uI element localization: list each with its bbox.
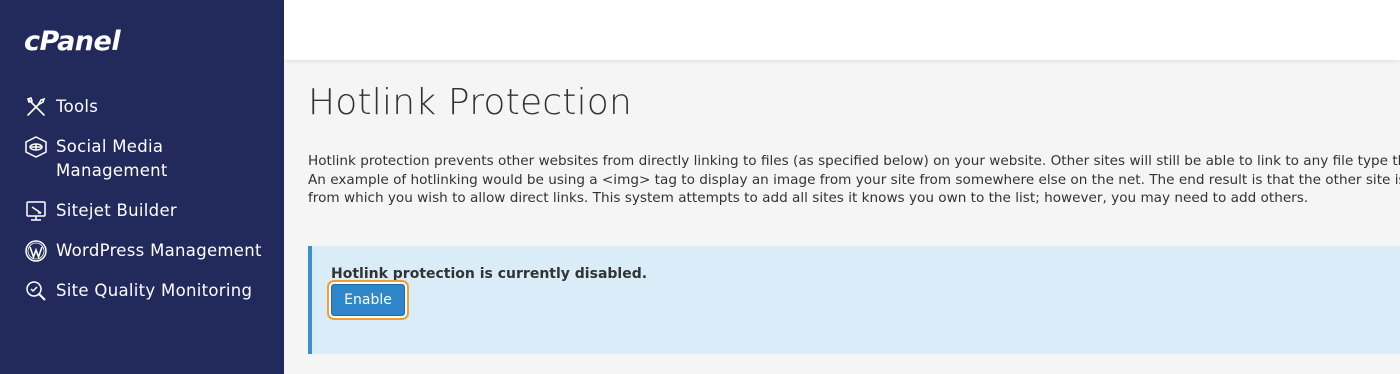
page-title: Hotlink Protection xyxy=(308,82,633,123)
description-line: An example of hotlinking would be using … xyxy=(308,171,1400,188)
cpanel-logo[interactable]: cPanel xyxy=(24,26,121,57)
site-quality-icon xyxy=(22,279,50,303)
sidebar: cPanel Tools Social Media Management Sit… xyxy=(0,0,284,374)
wordpress-icon xyxy=(22,239,50,263)
sidebar-item-label: Site Quality Monitoring xyxy=(56,281,253,300)
enable-button[interactable]: Enable xyxy=(331,284,405,316)
description-line: from which you wish to allow direct link… xyxy=(308,190,1309,206)
description-line: Hotlink protection prevents other websit… xyxy=(308,153,1400,169)
sidebar-item-label: Tools xyxy=(56,97,99,116)
social-media-icon xyxy=(22,135,50,159)
status-alert: Hotlink protection is currently disabled… xyxy=(308,246,1400,354)
status-message: Hotlink protection is currently disabled… xyxy=(331,266,648,282)
sidebar-item-wordpress-management[interactable]: WordPress Management xyxy=(22,239,272,263)
sidebar-item-label-line1: Social Media xyxy=(56,137,164,156)
tools-icon xyxy=(22,95,50,119)
sidebar-item-site-quality-monitoring[interactable]: Site Quality Monitoring xyxy=(22,279,272,303)
sidebar-item-label: Sitejet Builder xyxy=(56,201,177,220)
sitejet-icon xyxy=(22,199,50,223)
sidebar-item-social-media-management[interactable]: Social Media Management xyxy=(22,135,272,183)
sidebar-item-sitejet-builder[interactable]: Sitejet Builder xyxy=(22,199,272,223)
sidebar-item-label: Social Media Management xyxy=(56,135,168,183)
sidebar-item-tools[interactable]: Tools xyxy=(22,95,272,119)
description: Hotlink protection prevents other websit… xyxy=(308,152,1400,208)
top-bar xyxy=(284,0,1400,60)
sidebar-item-label: WordPress Management xyxy=(56,241,262,260)
sidebar-item-label-line2: Management xyxy=(56,161,168,180)
